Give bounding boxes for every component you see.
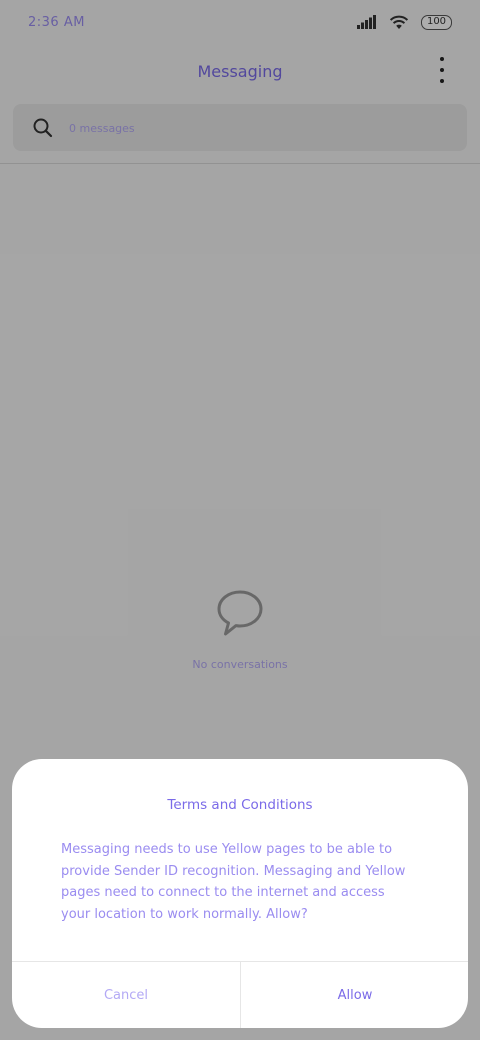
terms-dialog: Terms and Conditions Messaging needs to … [12,759,468,1028]
dialog-title: Terms and Conditions [167,797,313,813]
messaging-screen: 2:36 AM 100 Messaging 0 messages No conv… [0,0,480,1040]
cancel-button[interactable]: Cancel [12,962,240,1028]
allow-button[interactable]: Allow [241,962,468,1028]
dialog-message: Messaging needs to use Yellow pages to b… [61,842,406,922]
